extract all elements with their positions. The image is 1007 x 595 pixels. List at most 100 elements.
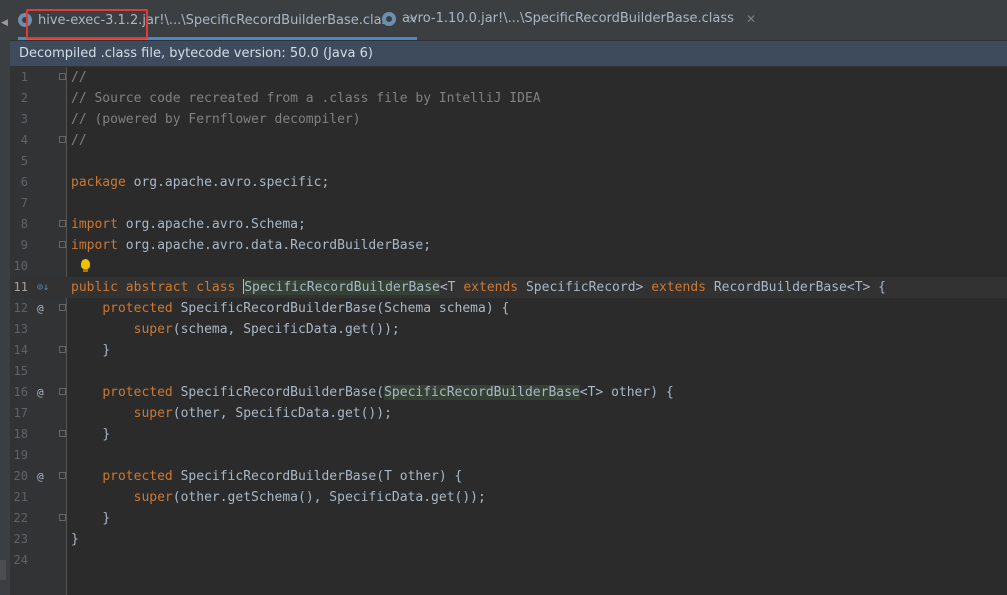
close-icon[interactable]: ✕	[746, 12, 756, 26]
chevron-left-icon[interactable]: ◀	[1, 18, 8, 28]
line-number: 20	[13, 469, 28, 483]
fold-marker-icon[interactable]	[59, 73, 66, 80]
keyword: extends	[463, 280, 519, 295]
line-number: 14	[13, 343, 28, 357]
code-fragment: }	[102, 511, 111, 526]
code-text: super(other.getSchema(), SpecificData.ge…	[71, 487, 486, 508]
code-text: protected SpecificRecordBuilderBase(Sche…	[71, 298, 509, 319]
code-line[interactable]: 17 super(other, SpecificData.get());	[10, 403, 1007, 424]
code-line[interactable]: 14 }	[10, 340, 1007, 361]
code-line[interactable]: 9 import org.apache.avro.data.RecordBuil…	[10, 235, 1007, 256]
line-number: 10	[13, 259, 28, 273]
fold-marker-icon[interactable]	[59, 430, 66, 437]
line-number: 5	[20, 154, 28, 168]
code-line[interactable]: 3 // (powered by Fernflower decompiler)	[10, 109, 1007, 130]
code-fragment: org.apache.avro.Schema;	[117, 217, 306, 232]
fold-marker-icon[interactable]	[59, 136, 66, 143]
fold-marker-icon[interactable]	[59, 241, 66, 248]
override-icon[interactable]: @	[37, 298, 44, 319]
code-line[interactable]: 21 super(other.getSchema(), SpecificData…	[10, 487, 1007, 508]
line-number: 9	[20, 238, 28, 252]
code-text: // (powered by Fernflower decompiler)	[71, 112, 361, 127]
code-line[interactable]: 20 @ protected SpecificRecordBuilderBase…	[10, 466, 1007, 487]
code-text: //	[71, 133, 87, 148]
highlighted-identifier: SpecificRecordBuilderBase	[384, 385, 580, 400]
code-fragment: (other.getSchema(), SpecificData.get());	[172, 490, 486, 505]
code-line[interactable]: 1 //	[10, 67, 1007, 88]
line-number: 19	[13, 448, 28, 462]
code-line[interactable]: 22 }	[10, 508, 1007, 529]
code-text: super(schema, SpecificData.get());	[71, 319, 400, 340]
class-file-icon	[382, 11, 396, 26]
highlighted-identifier: SpecificRecordBuilderBase	[244, 280, 440, 295]
code-line[interactable]: 7	[10, 193, 1007, 214]
code-line[interactable]: 24	[10, 550, 1007, 571]
code-fragment: <T	[439, 280, 464, 295]
line-number: 4	[20, 133, 28, 147]
code-fragment: }	[71, 532, 79, 547]
code-line[interactable]: 13 super(schema, SpecificData.get());	[10, 319, 1007, 340]
code-text: // Source code recreated from a .class f…	[71, 91, 541, 106]
code-fragment: SpecificRecordBuilderBase(T other) {	[172, 469, 463, 484]
code-line[interactable]: 5	[10, 151, 1007, 172]
keyword: extends	[651, 280, 706, 295]
decompiled-notice-bar: Decompiled .class file, bytecode version…	[10, 41, 1007, 67]
override-icon[interactable]: @	[37, 466, 44, 487]
code-line[interactable]: 4 //	[10, 130, 1007, 151]
line-number: 13	[13, 322, 28, 336]
code-line-current[interactable]: 11 ⊙↓ public abstract class SpecificReco…	[10, 277, 1007, 298]
fold-marker-icon[interactable]	[59, 388, 66, 395]
code-line[interactable]: 6 package org.apache.avro.specific;	[10, 172, 1007, 193]
annotation-highlight-box	[26, 9, 148, 39]
code-line[interactable]: 10	[10, 256, 1007, 277]
line-number: 7	[20, 196, 28, 210]
line-number: 16	[13, 385, 28, 399]
tab-avro[interactable]: avro-1.10.0.jar!\...\SpecificRecordBuild…	[382, 0, 756, 37]
code-text: //	[71, 70, 87, 85]
fold-marker-icon[interactable]	[59, 220, 66, 227]
keyword: protected	[102, 301, 173, 316]
code-text: import org.apache.avro.Schema;	[71, 214, 306, 235]
code-editor[interactable]: 1 // 2 // Source code recreated from a .…	[10, 67, 1007, 595]
code-line[interactable]: 8 import org.apache.avro.Schema;	[10, 214, 1007, 235]
code-line[interactable]: 15	[10, 361, 1007, 382]
implemented-icon[interactable]: ⊙↓	[37, 277, 49, 298]
editor-tab-bar: hive-exec-3.1.2.jar!\...\SpecificRecordB…	[10, 0, 1007, 41]
code-line[interactable]: 16 @ protected SpecificRecordBuilderBase…	[10, 382, 1007, 403]
code-text: }	[71, 424, 110, 445]
code-line[interactable]: 2 // Source code recreated from a .class…	[10, 88, 1007, 109]
code-fragment: RecordBuilderBase<T> {	[706, 280, 887, 295]
line-number: 21	[13, 490, 28, 504]
code-text: public abstract class SpecificRecordBuil…	[71, 277, 886, 298]
code-fragment: org.apache.avro.specific;	[125, 175, 330, 190]
left-tool-strip: ◀	[0, 0, 10, 595]
fold-marker-icon[interactable]	[59, 514, 66, 521]
keyword: super	[133, 322, 173, 337]
line-number: 12	[13, 301, 28, 315]
code-fragment: }	[102, 427, 111, 442]
fold-marker-icon[interactable]	[59, 472, 66, 479]
line-number: 3	[20, 112, 28, 126]
fold-marker-icon[interactable]	[59, 346, 66, 353]
override-icon[interactable]: @	[37, 382, 44, 403]
keyword: import	[71, 217, 118, 232]
code-fragment: (other, SpecificData.get());	[172, 406, 392, 421]
code-text: }	[71, 529, 79, 550]
code-text: super(other, SpecificData.get());	[71, 403, 392, 424]
fold-marker-icon[interactable]	[59, 304, 66, 311]
keyword: protected	[102, 385, 173, 400]
code-text: }	[71, 508, 110, 529]
line-number: 18	[13, 427, 28, 441]
code-fragment: <T> other) {	[579, 385, 674, 400]
line-number: 11	[13, 280, 28, 294]
code-line[interactable]: 23 }	[10, 529, 1007, 550]
code-fragment: (schema, SpecificData.get());	[172, 322, 400, 337]
code-text: import org.apache.avro.data.RecordBuilde…	[71, 235, 431, 256]
code-line[interactable]: 12 @ protected SpecificRecordBuilderBase…	[10, 298, 1007, 319]
line-number: 23	[13, 532, 28, 546]
keyword: package	[71, 175, 126, 190]
lightbulb-icon[interactable]	[81, 259, 90, 272]
code-line[interactable]: 19	[10, 445, 1007, 466]
line-number: 6	[20, 175, 28, 189]
code-line[interactable]: 18 }	[10, 424, 1007, 445]
